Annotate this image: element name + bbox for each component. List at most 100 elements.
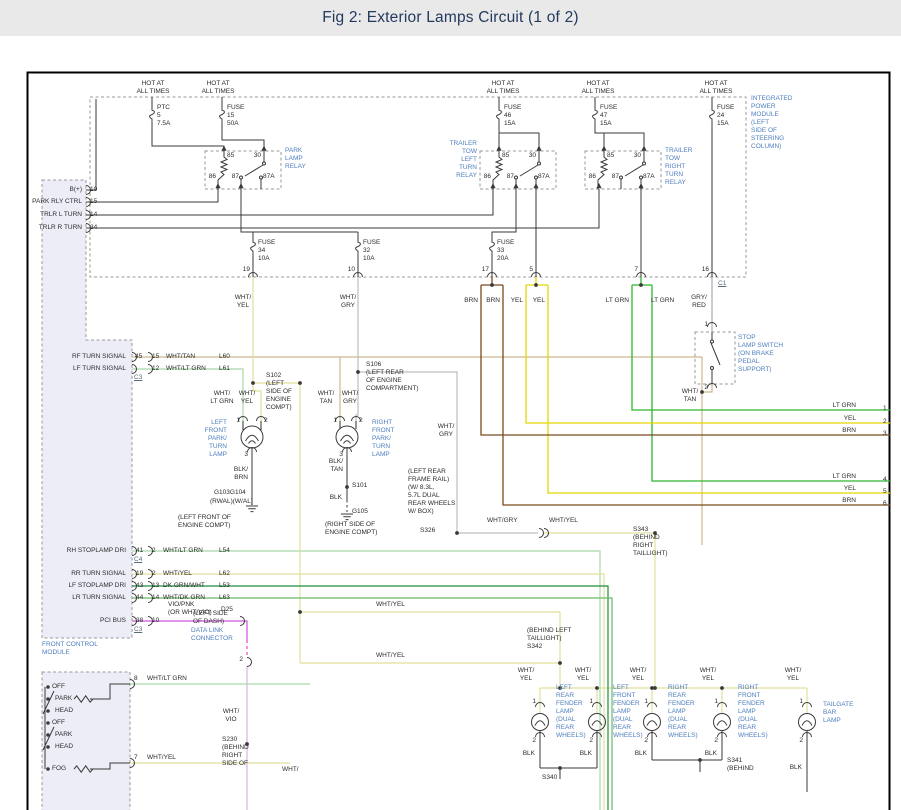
wire-hls-7: WHT/YEL	[147, 754, 176, 762]
rl3-pin2: 2	[644, 737, 648, 745]
relay2-pin87a: 87A	[538, 173, 550, 181]
wiring-diagram: HOT AT ALL TIMES HOT AT ALL TIMES HOT AT A…	[0, 0, 901, 810]
hls-park-2: PARK	[55, 731, 72, 739]
wire-whtgry-lamp: WHT/ GRY	[342, 390, 359, 406]
conn-c3-bot: C3	[134, 626, 142, 634]
circuit-l61: L61	[219, 365, 230, 373]
rlamp-pin2: 2	[359, 417, 363, 425]
wire-yel-2: YEL	[533, 297, 545, 305]
fcm-trlrr: TRLR R TURN	[39, 224, 82, 232]
tailgate-bar-lamp-label: TAILGATE BAR LAMP	[823, 701, 853, 725]
hot-at-2: HOT AT ALL TIMES	[202, 80, 235, 96]
fcm-trlrl-pin: 14	[90, 211, 97, 219]
wire-whtyel-4: WHT/YEL	[376, 601, 405, 609]
fcm-bplus-pin: 10	[90, 186, 97, 194]
wire-ltgrn-1: LT GRN	[606, 297, 629, 305]
fcm-rr-pin: 19	[136, 570, 143, 578]
edge-brn-3: BRN	[842, 427, 856, 435]
fuse-47: FUSE 47 15A	[600, 104, 617, 128]
left-rear-fender-label: LEFT REAR FENDER LAMP (DUAL REAR WHEELS)	[556, 684, 586, 740]
fuse-15: FUSE 15 50A	[227, 104, 244, 128]
edge-ltgrn-4: LT GRN	[833, 473, 856, 481]
splice-s341: S341 (BEHIND	[727, 757, 754, 773]
trailer-right-relay-label: TRAILER TOW RIGHT TURN RELAY	[665, 147, 692, 187]
wire-blk-g105: BLK	[330, 494, 342, 502]
llamp-pin3: 3	[244, 451, 248, 459]
rl5-pin1: 1	[799, 698, 803, 706]
hot-at-4: HOT AT ALL TIMES	[582, 80, 615, 96]
rlamp-pin1: 1	[333, 417, 337, 425]
bus-pin-19: 19	[243, 266, 250, 274]
dlc-label: DATA LINK CONNECTOR	[191, 627, 233, 643]
gnd-g103-g104: G103G104	[214, 489, 246, 497]
bus-pin-5: 5	[529, 266, 533, 274]
wire-whtyel-3: WHT/YEL	[549, 517, 578, 525]
rl4-pin1: 1	[714, 698, 718, 706]
wire-whtgry-1: WHT/ GRY	[340, 294, 357, 310]
splice-s340: S340	[542, 774, 557, 782]
fcm-lr-pin: 44	[136, 594, 143, 602]
fcm-rr-pin2: 2	[152, 570, 156, 578]
relay1-pin85: 85	[227, 152, 234, 160]
gnd-g103-loc: (LEFT FRONT OF ENGINE COMPT)	[178, 514, 231, 530]
wire-hls-8: WHT/LT GRN	[147, 675, 187, 683]
wire-brn-1: BRN	[464, 297, 478, 305]
gnd-g103-note: (RWAL)(W/AL)	[210, 498, 253, 506]
wire-l53: DK GRN/WHT	[163, 582, 205, 590]
hls-pin-8: 8	[134, 675, 138, 683]
hot-at-5: HOT AT ALL TIMES	[700, 80, 733, 96]
gnd-g105-loc: (RIGHT SIDE OF ENGINE COMPT)	[325, 521, 377, 537]
splice-s343: S343 (BEHIND RIGHT TAILLIGHT)	[633, 526, 668, 558]
wire-l62: WHT/YEL	[163, 570, 192, 578]
rl3-whtyel: WHT/ YEL	[630, 667, 647, 683]
hls-off-2: OFF	[52, 719, 65, 727]
gnd-g105: G105	[352, 508, 368, 516]
bus-pin-10: 10	[348, 266, 355, 274]
rl4-blk: BLK	[705, 750, 717, 758]
rl5-blk: BLK	[790, 764, 802, 772]
fcm-label: FRONT CONTROL MODULE	[42, 641, 98, 657]
splice-s326-loc: (LEFT REAR FRAME RAIL) (W/ 8.3L, 5.7L DU…	[408, 468, 455, 516]
rl2-pin1: 1	[589, 698, 593, 706]
fuse-33: FUSE 33 20A	[497, 239, 514, 263]
relay1-pin30: 30	[254, 152, 261, 160]
fcm-lf-turn: LF TURN SIGNAL	[73, 365, 126, 373]
edge-num-1: 1	[883, 405, 887, 413]
fcm-rf-pin2: 15	[152, 353, 159, 361]
left-front-fender-label: LEFT FRONT FENDER LAMP (DUAL REAR WHEELS…	[613, 684, 643, 740]
fcm-pci-bus: PCI BUS	[100, 617, 126, 625]
wire-whtgry-2: WHT/ GRY	[438, 423, 455, 439]
fcm-trlrr-pin: 34	[90, 224, 97, 232]
relay3-pin85: 85	[607, 152, 614, 160]
wire-ltgrn-2: LT GRN	[651, 297, 674, 305]
fcm-bplus: B(+)	[70, 186, 82, 194]
splice-s102: S102 (LEFT SIDE OF ENGINE COMPT)	[266, 372, 292, 412]
wire-whttan-lamp: WHT/ TAN	[318, 390, 335, 406]
relay3-pin87a: 87A	[643, 173, 655, 181]
rl5-pin2: 2	[799, 737, 803, 745]
relay3-pin87: 87	[612, 173, 619, 181]
hls-off-1: OFF	[52, 683, 65, 691]
wire-wht-partial: WHT/	[282, 766, 299, 774]
edge-brn-6: BRN	[842, 497, 856, 505]
wire-whtgry-3: WHT/GRY	[487, 517, 518, 525]
llamp-pin1: 1	[236, 417, 240, 425]
edge-yel-2: YEL	[844, 415, 856, 423]
edge-num-3: 3	[883, 430, 887, 438]
hls-head-1: HEAD	[55, 707, 73, 715]
relay3-pin86: 86	[589, 173, 596, 181]
bus-pin-16: 16	[702, 266, 709, 274]
fuse-46: FUSE 46 15A	[504, 104, 521, 128]
conn-c3-top: C3	[134, 374, 142, 382]
fcm-lfs-pin: 43	[136, 582, 143, 590]
bus-pin-17: 17	[482, 266, 489, 274]
ipm-label: INTEGRATED POWER MODULE (LEFT SIDE OF ST…	[751, 95, 792, 151]
hot-at-3: HOT AT ALL TIMES	[487, 80, 520, 96]
wire-yel-1: YEL	[511, 297, 523, 305]
fcm-pci-pin: 38	[136, 617, 143, 625]
wire-gryred: GRY/ RED	[691, 294, 707, 310]
fcm-lr-pin2: 14	[152, 594, 159, 602]
rl3-blk: BLK	[635, 750, 647, 758]
diagram-labels-layer: HOT AT ALL TIMES HOT AT ALL TIMES HOT AT A…	[0, 0, 901, 810]
rl4-whtyel: WHT/ YEL	[700, 667, 717, 683]
